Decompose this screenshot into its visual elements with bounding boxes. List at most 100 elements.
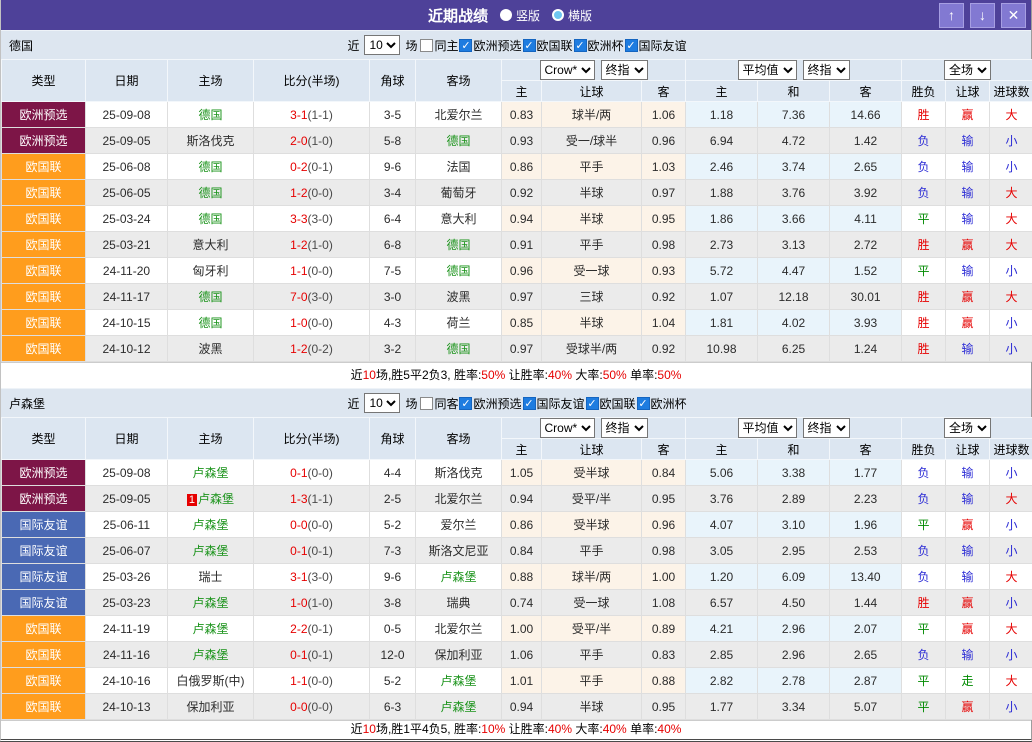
league-checkbox[interactable]: ✓ <box>523 397 536 410</box>
match-date-cell: 25-09-05 <box>86 486 168 512</box>
recent-games-select[interactable]: 10 <box>364 393 400 413</box>
league-checkbox[interactable]: ✓ <box>574 39 587 52</box>
recent-games-select[interactable]: 10 <box>364 35 400 55</box>
scroll-down-button[interactable]: ↓ <box>970 3 995 28</box>
average-odds-cell: 2.96 <box>758 616 830 642</box>
home-team-name: 卢森堡 <box>192 544 228 558</box>
column-header: 类型 <box>2 418 86 460</box>
result-cell: 输 <box>946 486 990 512</box>
scope-select[interactable]: 全场 <box>944 60 991 80</box>
result-cell: 输 <box>946 258 990 284</box>
average-odds-cell: 2.65 <box>830 154 902 180</box>
away-team-name: 卢森堡 <box>440 674 476 688</box>
section-filter-bar: 德国近10场同主✓欧洲预选✓欧国联✓欧洲杯✓国际友谊 <box>1 30 1031 59</box>
league-checkbox[interactable]: ✓ <box>586 397 599 410</box>
away-team-cell: 德国 <box>416 258 502 284</box>
match-date-cell: 25-03-24 <box>86 206 168 232</box>
away-team-name: 卢森堡 <box>440 700 476 714</box>
result-cell: 大 <box>990 284 1032 310</box>
layout-radio-vertical[interactable]: 竖版 <box>500 7 540 24</box>
handicap-odds-cell: 0.74 <box>502 590 542 616</box>
result-cell: 大 <box>990 564 1032 590</box>
average-odds-cell: 1.86 <box>686 206 758 232</box>
league-checkbox[interactable]: ✓ <box>459 397 472 410</box>
league-checkbox[interactable]: ✓ <box>459 39 472 52</box>
index-type-select[interactable]: 终指 <box>803 60 850 80</box>
section-summary: 近10场,胜1平4负5, 胜率:10% 让胜率:40% 大率:40% 单率:40… <box>1 720 1031 739</box>
result-cell: 输 <box>946 206 990 232</box>
index-type-select[interactable]: 终指 <box>601 418 648 438</box>
result-cell: 输 <box>946 154 990 180</box>
column-subheader: 和 <box>758 81 830 102</box>
average-odds-cell: 10.98 <box>686 336 758 362</box>
bookmaker-select[interactable]: Crow* <box>540 60 595 80</box>
bookmaker-select[interactable]: Crow* <box>540 418 595 438</box>
league-checkbox[interactable]: ✓ <box>523 39 536 52</box>
home-team-name: 卢森堡 <box>198 492 234 506</box>
same-venue-checkbox[interactable] <box>420 39 433 52</box>
table-row: 欧国联24-11-17德国7-0(3-0)3-0波黑0.97三球0.921.07… <box>2 284 1032 310</box>
layout-radio-horizontal[interactable]: 横版 <box>552 7 592 24</box>
summary-text: 50% <box>481 368 505 382</box>
away-team-name: 北爱尔兰 <box>434 492 482 506</box>
average-odds-cell: 7.36 <box>758 102 830 128</box>
average-odds-cell: 5.07 <box>830 694 902 720</box>
result-cell: 小 <box>990 258 1032 284</box>
handicap-odds-cell: 0.95 <box>642 206 686 232</box>
corners-cell: 7-5 <box>370 258 416 284</box>
radio-unselected-icon <box>552 9 564 21</box>
summary-text: 场,胜5平2负3, 胜率: <box>376 368 481 382</box>
table-row: 欧国联24-11-20匈牙利1-1(0-0)7-5德国0.96受一球0.935.… <box>2 258 1032 284</box>
league-checkbox[interactable]: ✓ <box>625 39 638 52</box>
index-type-select[interactable]: 终指 <box>601 60 648 80</box>
result-cell: 赢 <box>946 616 990 642</box>
result-cell: 输 <box>946 642 990 668</box>
home-team-cell: 卢森堡 <box>168 460 254 486</box>
average-odds-cell: 5.06 <box>686 460 758 486</box>
score-cell: 1-0(1-0) <box>254 590 370 616</box>
away-team-cell: 瑞典 <box>416 590 502 616</box>
average-odds-cell: 1.81 <box>686 310 758 336</box>
average-select[interactable]: 平均值 <box>738 60 797 80</box>
match-date-cell: 25-09-05 <box>86 128 168 154</box>
average-select[interactable]: 平均值 <box>738 418 797 438</box>
result-cell: 赢 <box>946 512 990 538</box>
fulltime-score: 3-1 <box>290 108 307 122</box>
column-subheader: 进球数 <box>990 439 1032 460</box>
page-title: 近期战绩 <box>428 5 488 26</box>
match-type-cell: 欧国联 <box>2 154 86 180</box>
average-odds-cell: 6.09 <box>758 564 830 590</box>
handicap-odds-cell: 0.94 <box>502 694 542 720</box>
close-button[interactable]: ✕ <box>1001 3 1026 28</box>
away-team-name: 法国 <box>446 160 470 174</box>
average-odds-cell: 1.44 <box>830 590 902 616</box>
result-cell: 负 <box>902 128 946 154</box>
handicap-odds-cell: 0.93 <box>502 128 542 154</box>
average-odds-cell: 3.05 <box>686 538 758 564</box>
result-cell: 胜 <box>902 590 946 616</box>
away-team-name: 意大利 <box>440 212 476 226</box>
same-venue-checkbox[interactable] <box>420 397 433 410</box>
result-cell: 大 <box>990 102 1032 128</box>
index-type-select[interactable]: 终指 <box>803 418 850 438</box>
table-row: 欧洲预选25-09-08卢森堡0-1(0-0)4-4斯洛伐克1.05受半球0.8… <box>2 460 1032 486</box>
table-row: 国际友谊25-03-26瑞士3-1(3-0)9-6卢森堡0.88球半/两1.00… <box>2 564 1032 590</box>
scroll-up-button[interactable]: ↑ <box>939 3 964 28</box>
scope-select[interactable]: 全场 <box>944 418 991 438</box>
average-odds-cell: 1.77 <box>686 694 758 720</box>
league-checkbox[interactable]: ✓ <box>637 397 650 410</box>
column-subheader: 胜负 <box>902 439 946 460</box>
average-odds-cell: 3.76 <box>686 486 758 512</box>
score-cell: 3-3(3-0) <box>254 206 370 232</box>
match-type-cell: 欧国联 <box>2 232 86 258</box>
average-odds-cell: 2.87 <box>830 668 902 694</box>
fulltime-score: 0-0 <box>290 518 307 532</box>
handicap-odds-cell: 0.86 <box>502 154 542 180</box>
handicap-odds-cell: 0.96 <box>642 512 686 538</box>
halftime-score: (0-2) <box>308 342 333 356</box>
away-team-cell: 德国 <box>416 128 502 154</box>
result-cell: 负 <box>902 486 946 512</box>
away-team-cell: 卢森堡 <box>416 564 502 590</box>
table-row: 欧国联25-06-05德国1-2(0-0)3-4葡萄牙0.92半球0.971.8… <box>2 180 1032 206</box>
home-team-name: 匈牙利 <box>192 264 228 278</box>
